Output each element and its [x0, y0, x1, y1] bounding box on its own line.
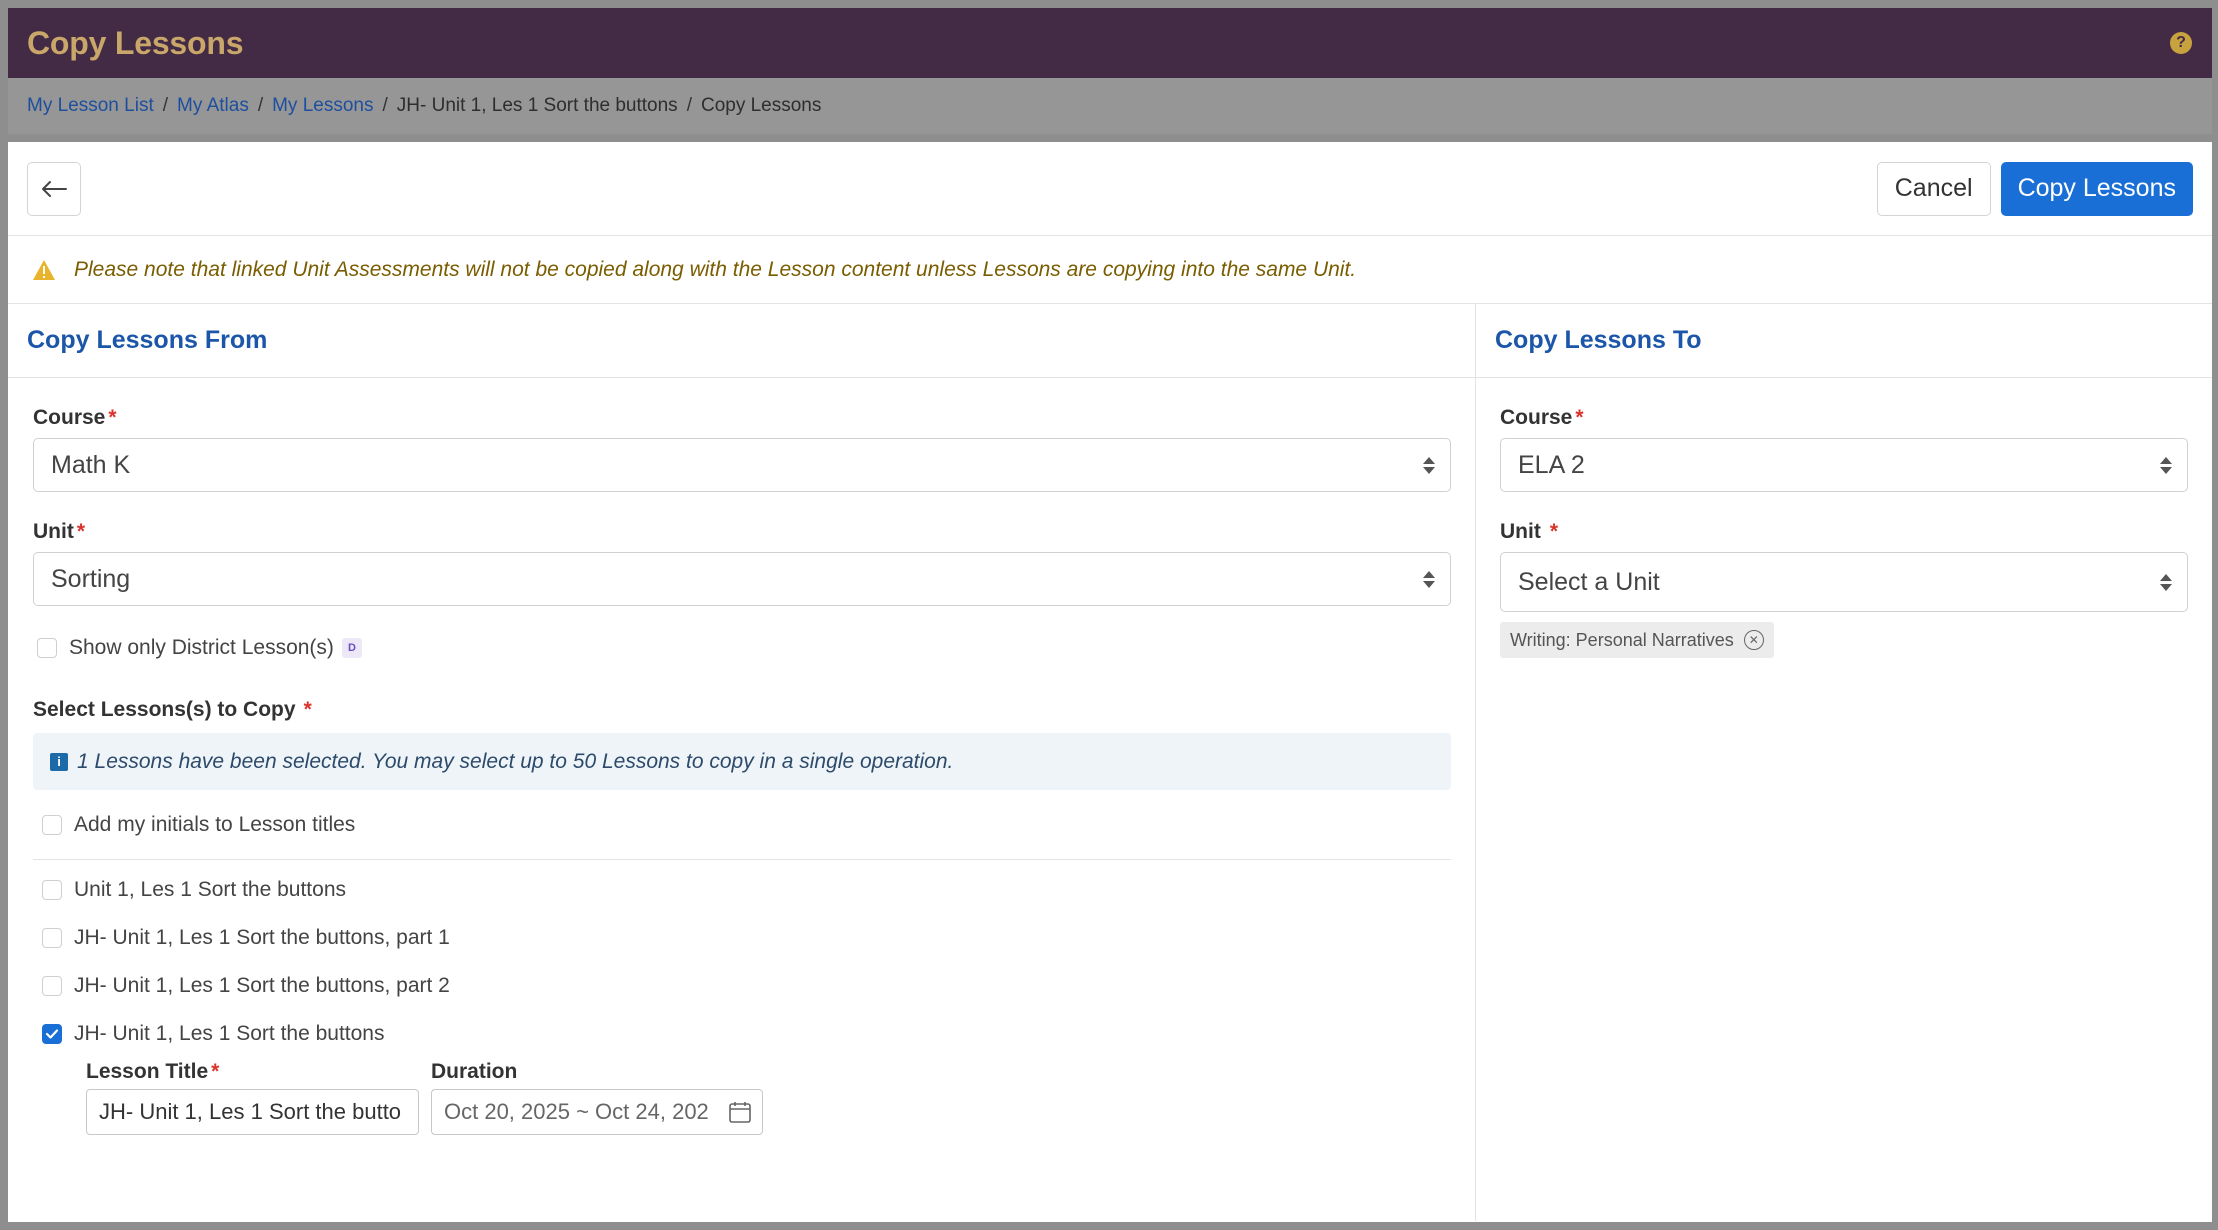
lesson-checkbox-checked[interactable]: [42, 1024, 62, 1044]
lesson-detail-fields: Lesson Title * JH- Unit 1, Les 1 Sort the…: [86, 1060, 1451, 1135]
from-course-select[interactable]: Math K: [33, 438, 1451, 492]
add-initials-row[interactable]: Add my initials to Lesson titles: [42, 813, 1451, 837]
breadcrumb-lesson: JH- Unit 1, Les 1 Sort the buttons: [396, 95, 678, 116]
unit-tag-label: Writing: Personal Narratives: [1510, 629, 1734, 650]
from-unit-select[interactable]: Sorting: [33, 552, 1451, 606]
select-arrows-icon: [2160, 456, 2172, 474]
lesson-title-input[interactable]: JH- Unit 1, Les 1 Sort the butto: [86, 1089, 419, 1135]
warning-banner: Please note that linked Unit Assessments…: [8, 236, 2212, 304]
select-arrows-icon: [1423, 456, 1435, 474]
breadcrumb-separator: /: [162, 95, 169, 116]
breadcrumb-separator: /: [382, 95, 388, 116]
selection-info: i 1 Lessons have been selected. You may …: [33, 733, 1451, 790]
district-only-row[interactable]: Show only District Lesson(s) D: [37, 636, 1451, 660]
from-unit-value: Sorting: [51, 564, 131, 593]
help-icon[interactable]: ?: [2170, 32, 2192, 54]
columns: Copy Lessons From Course * Math K Unit * S…: [8, 304, 2212, 1221]
arrow-left-icon: [42, 180, 67, 197]
to-unit-placeholder: Select a Unit: [1518, 567, 1660, 596]
lesson-label: JH- Unit 1, Les 1 Sort the buttons, part…: [74, 974, 450, 997]
title-bar: Copy Lessons ?: [8, 8, 2212, 78]
lesson-checkbox[interactable]: [42, 928, 62, 948]
warning-text: Please note that linked Unit Assessments…: [74, 257, 1357, 281]
back-button[interactable]: [27, 161, 81, 216]
breadcrumb: My Lesson List / My Atlas / My Lessons /…: [8, 78, 2212, 134]
toolbar: Cancel Copy Lessons: [8, 142, 2212, 236]
app-frame: Copy Lessons ? My Lesson List / My Atlas…: [8, 8, 2212, 1222]
copy-to-section: Copy Lessons To Course * ELA 2 Unit * Sele…: [1476, 304, 2212, 1221]
selected-unit-tags: Writing: Personal Narratives ✕: [1500, 622, 2188, 658]
unit-tag: Writing: Personal Narratives ✕: [1500, 622, 1774, 658]
to-unit-label: Unit *: [1500, 520, 1559, 543]
copy-from-body: Course * Math K Unit * Sorting Show only D…: [8, 378, 1475, 1135]
from-course-value: Math K: [51, 450, 131, 479]
to-unit-select[interactable]: Select a Unit: [1500, 552, 2188, 612]
warning-icon: [32, 259, 56, 281]
cancel-button[interactable]: Cancel: [1876, 161, 1991, 216]
main-panel: Cancel Copy Lessons Please note that lin…: [8, 142, 2212, 1222]
remove-tag-icon[interactable]: ✕: [1743, 630, 1764, 650]
district-only-checkbox[interactable]: [37, 638, 57, 658]
lesson-item[interactable]: JH- Unit 1, Les 1 Sort the buttons, part…: [42, 974, 1451, 998]
selection-info-text: 1 Lessons have been selected. You may se…: [77, 749, 954, 773]
district-badge: D: [341, 638, 362, 658]
breadcrumb-my-lessons[interactable]: My Lessons: [272, 95, 373, 117]
lesson-item[interactable]: JH- Unit 1, Les 1 Sort the buttons, part…: [42, 926, 1451, 950]
duration-label: Duration: [431, 1060, 518, 1083]
breadcrumb-separator: /: [686, 95, 692, 116]
add-initials-label: Add my initials to Lesson titles: [74, 813, 356, 836]
select-arrows-icon: [1423, 570, 1435, 588]
breadcrumb-my-atlas[interactable]: My Atlas: [177, 95, 249, 117]
to-course-value: ELA 2: [1518, 450, 1585, 479]
lesson-label: JH- Unit 1, Les 1 Sort the buttons: [74, 1022, 385, 1045]
copy-from-section: Copy Lessons From Course * Math K Unit * S…: [8, 304, 1476, 1221]
lesson-label: Unit 1, Les 1 Sort the buttons: [74, 878, 346, 901]
select-lessons-label: Select Lessons(s) to Copy *: [33, 698, 312, 721]
lesson-title-label: Lesson Title *: [86, 1060, 220, 1083]
select-arrows-icon: [2160, 573, 2172, 591]
info-icon: i: [50, 752, 68, 771]
lesson-item-selected[interactable]: JH- Unit 1, Les 1 Sort the buttons: [42, 1022, 1451, 1046]
copy-from-heading: Copy Lessons From: [8, 304, 1475, 378]
checkmark-icon: [45, 1029, 59, 1039]
page-title: Copy Lessons: [27, 24, 244, 61]
lesson-title-field: Lesson Title * JH- Unit 1, Les 1 Sort the…: [86, 1060, 419, 1135]
divider: [33, 859, 1451, 860]
district-only-label: Show only District Lesson(s): [69, 636, 334, 659]
to-course-label: Course *: [1500, 406, 1584, 429]
duration-field: Duration Oct 20, 2025 ~ Oct 24, 202: [431, 1060, 763, 1135]
lesson-item[interactable]: Unit 1, Les 1 Sort the buttons: [42, 878, 1451, 902]
lesson-checkbox[interactable]: [42, 880, 62, 900]
breadcrumb-separator: /: [257, 95, 264, 116]
add-initials-checkbox[interactable]: [42, 815, 62, 835]
copy-lessons-button[interactable]: Copy Lessons: [2000, 161, 2193, 216]
from-course-label: Course *: [33, 406, 117, 429]
breadcrumb-my-lesson-list[interactable]: My Lesson List: [27, 95, 154, 117]
toolbar-actions: Cancel Copy Lessons: [1876, 161, 2193, 216]
copy-to-heading: Copy Lessons To: [1476, 304, 2212, 378]
lesson-checkbox[interactable]: [42, 976, 62, 996]
duration-input[interactable]: Oct 20, 2025 ~ Oct 24, 202: [431, 1089, 763, 1135]
from-unit-label: Unit *: [33, 520, 86, 543]
copy-to-body: Course * ELA 2 Unit * Select a Unit Writin…: [1476, 378, 2212, 658]
calendar-icon[interactable]: [728, 1100, 752, 1124]
lesson-label: JH- Unit 1, Les 1 Sort the buttons, part…: [74, 926, 450, 949]
to-course-select[interactable]: ELA 2: [1500, 438, 2188, 492]
breadcrumb-current: Copy Lessons: [700, 95, 822, 116]
